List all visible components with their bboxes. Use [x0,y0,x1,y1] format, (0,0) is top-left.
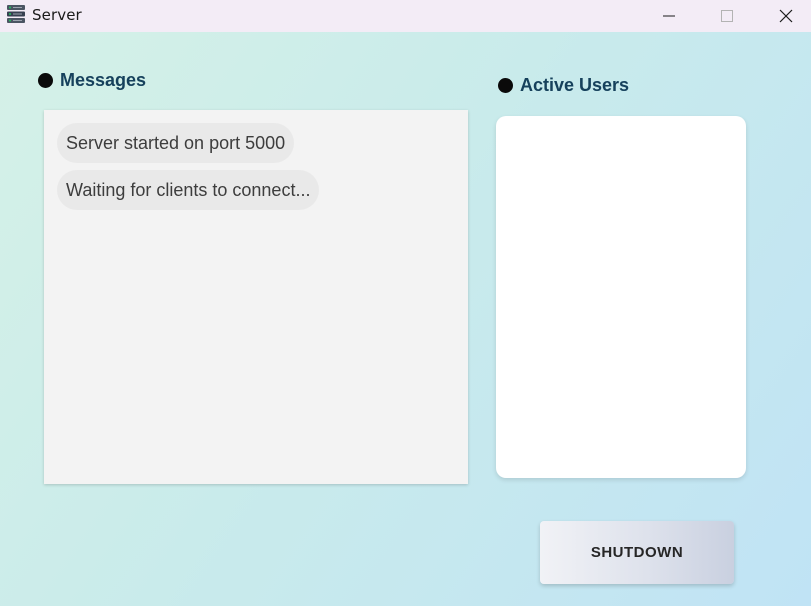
active-users-title: Active Users [520,75,630,95]
maximize-button[interactable] [704,0,750,32]
server-rack-icon [7,5,25,23]
minimize-button[interactable] [646,0,692,32]
messages-title: Messages [60,70,147,90]
window-title: Server [32,6,82,24]
active-users-list[interactable] [496,116,746,478]
title-bar[interactable]: Server [0,0,811,32]
bullet-icon [498,78,513,93]
close-icon [779,9,793,23]
active-users-header: Active Users [498,75,629,96]
maximize-icon [721,10,733,22]
close-button[interactable] [763,0,809,32]
message-item: Server started on port 5000 [57,123,295,163]
message-item: Waiting for clients to connect... [57,170,320,210]
shutdown-button[interactable]: SHUTDOWN [540,521,734,584]
server-window: Server Messages Server started on port 5… [0,0,811,606]
messages-header: Messages [38,70,146,91]
minimize-icon [663,15,675,17]
messages-list[interactable]: Server started on port 5000 Waiting for … [44,110,468,484]
bullet-icon [38,73,53,88]
main-content: Messages Server started on port 5000 Wai… [0,32,811,606]
